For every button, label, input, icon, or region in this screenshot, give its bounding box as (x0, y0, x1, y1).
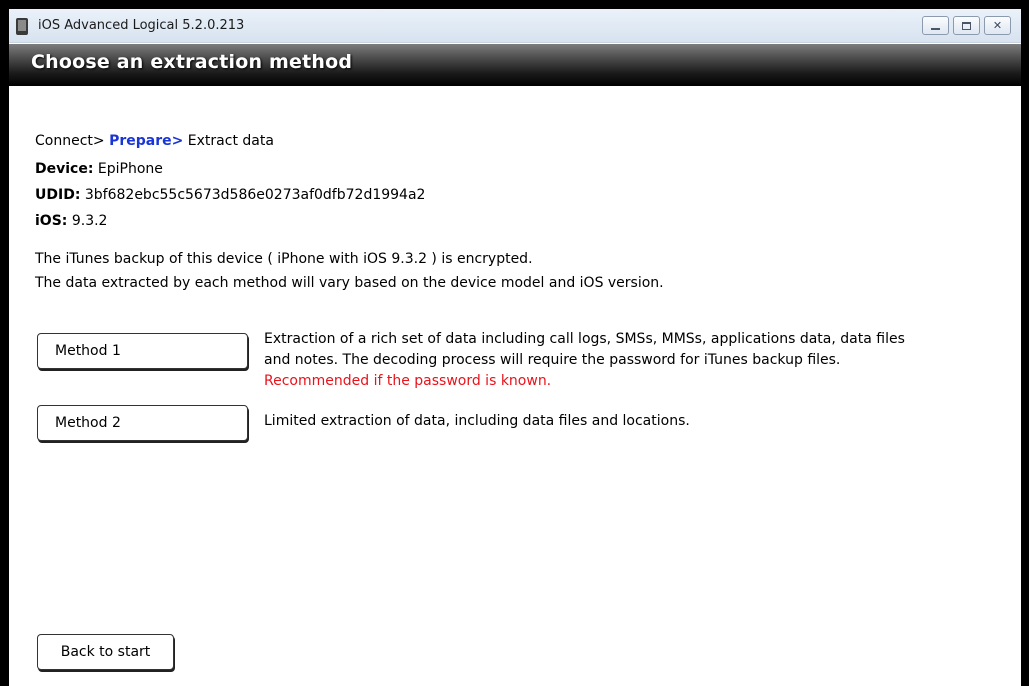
window-frame-right (1021, 0, 1029, 686)
phone-app-icon (16, 18, 28, 35)
window-frame-top (0, 0, 1029, 9)
breadcrumb-extract: Extract data (187, 133, 274, 149)
back-to-start-button[interactable]: Back to start (37, 634, 174, 670)
maximize-icon (962, 21, 971, 30)
breadcrumb-connect: Connect> (35, 133, 105, 149)
minimize-icon (931, 27, 940, 30)
method-1-description-line: Extraction of a rich set of data includi… (264, 331, 905, 347)
device-row: Device: EpiPhone (35, 161, 163, 177)
method-1-button[interactable]: Method 1 (37, 333, 248, 369)
breadcrumb: Connect> Prepare> Extract data (35, 133, 274, 149)
minimize-button[interactable] (922, 16, 949, 35)
ios-value: 9.3.2 (71, 213, 108, 229)
device-value: EpiPhone (97, 161, 163, 177)
device-label: Device: (35, 161, 94, 177)
ios-label: iOS: (35, 213, 68, 229)
title-bar[interactable]: iOS Advanced Logical 5.2.0.213 ✕ (9, 9, 1021, 43)
encryption-message: The iTunes backup of this device ( iPhon… (35, 251, 533, 267)
main-content: Connect> Prepare> Extract data Device: E… (9, 86, 1021, 686)
ios-row: iOS: 9.3.2 (35, 213, 107, 229)
maximize-button[interactable] (953, 16, 980, 35)
window-title: iOS Advanced Logical 5.2.0.213 (38, 18, 245, 33)
method-2-button[interactable]: Method 2 (37, 405, 248, 441)
close-icon: ✕ (992, 19, 1003, 32)
breadcrumb-prepare: Prepare> (109, 133, 184, 149)
method-1-description-line: and notes. The decoding process will req… (264, 352, 841, 368)
window-frame-left (0, 0, 9, 686)
header-banner: Choose an extraction method (9, 44, 1021, 86)
method-1-recommendation: Recommended if the password is known. (264, 373, 552, 389)
close-button[interactable]: ✕ (984, 16, 1011, 35)
variation-message: The data extracted by each method will v… (35, 275, 664, 291)
method-2-description-line: Limited extraction of data, including da… (264, 413, 690, 429)
method-2-description: Limited extraction of data, including da… (264, 411, 1004, 432)
udid-label: UDID: (35, 187, 81, 203)
udid-row: UDID: 3bf682ebc55c5673d586e0273af0dfb72d… (35, 187, 425, 203)
app-window: iOS Advanced Logical 5.2.0.213 ✕ Choose … (9, 9, 1021, 686)
method-1-description: Extraction of a rich set of data includi… (264, 329, 1004, 392)
udid-value: 3bf682ebc55c5673d586e0273af0dfb72d1994a2 (84, 187, 426, 203)
page-title: Choose an extraction method (31, 51, 353, 73)
